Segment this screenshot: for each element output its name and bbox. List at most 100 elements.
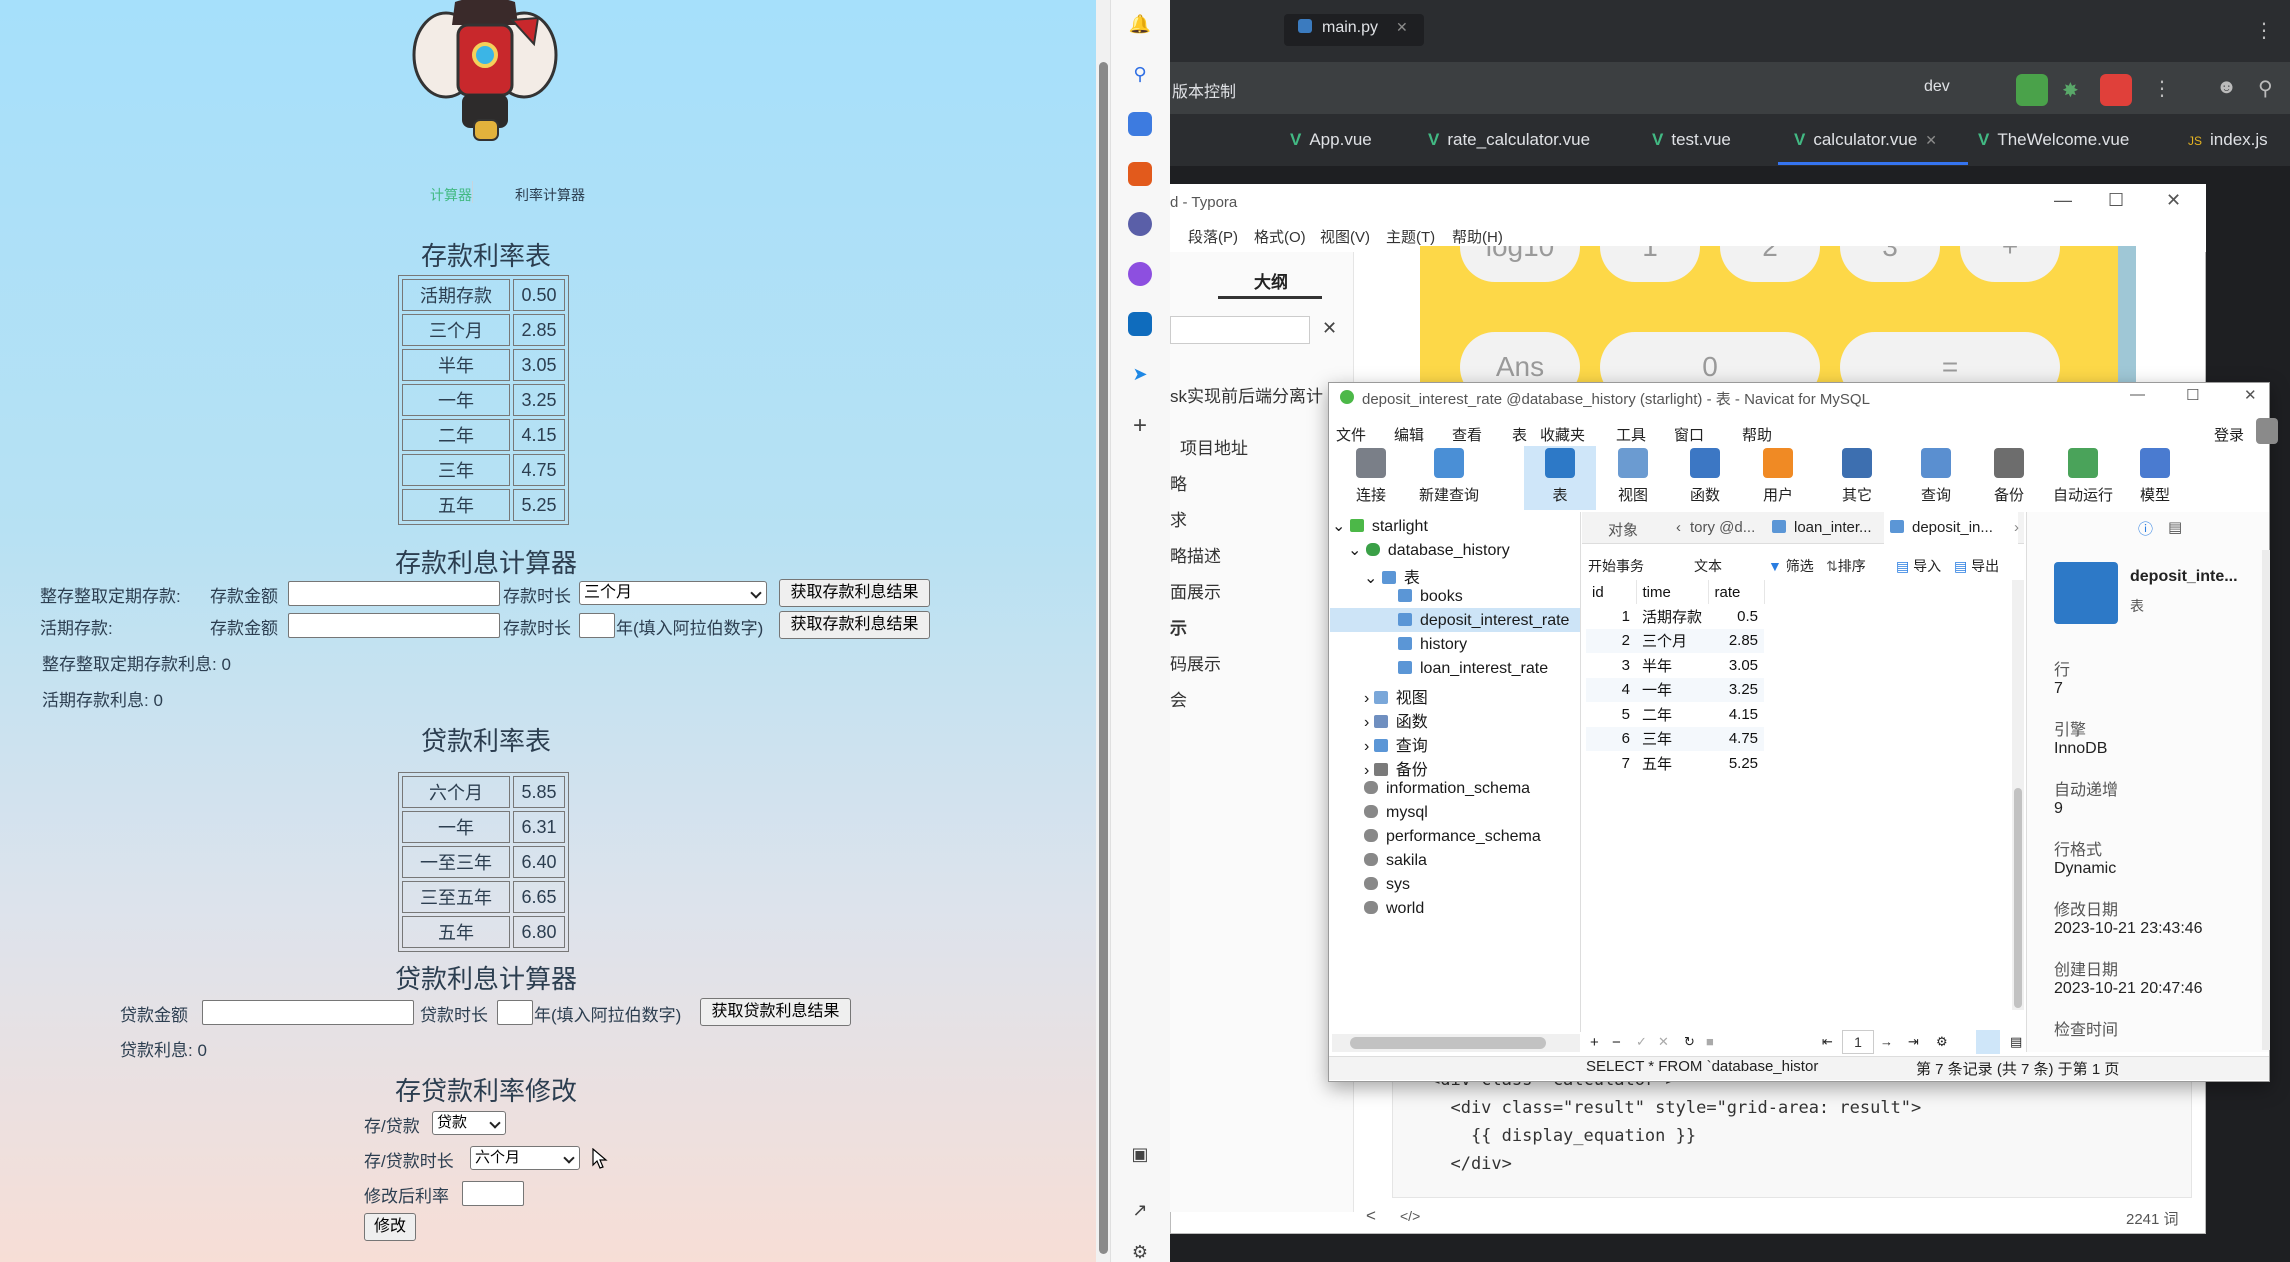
screenshot-icon[interactable]: ▣ (1128, 1142, 1152, 1166)
menu-theme[interactable]: 主题(T) (1386, 226, 1435, 247)
fixed-amount-input[interactable] (288, 581, 500, 606)
outline-tab[interactable]: 大纲 (1254, 268, 1288, 293)
table-row[interactable]: 3 半年 3.05 (1586, 653, 1765, 678)
grid-column-header[interactable]: time (1636, 580, 1709, 604)
menu-view[interactable]: 视图(V) (1320, 226, 1370, 247)
navicat-menu-table[interactable]: 表 (1512, 424, 1527, 445)
close-icon[interactable]: ✕ (1396, 19, 1408, 36)
more-icon[interactable]: ⋮ (2254, 18, 2274, 43)
clear-icon[interactable]: ✕ (1322, 318, 1337, 339)
import-button[interactable]: ▤ 导入 (1896, 556, 1941, 576)
grid-column-header[interactable]: id (1586, 580, 1637, 604)
modify-type-select[interactable]: 贷款 (432, 1111, 506, 1135)
editor-tab-test[interactable]: Vtest.vue (1652, 130, 1731, 150)
briefcase-icon[interactable] (1128, 162, 1152, 186)
toolbar-automation[interactable]: 自动运行 (2046, 448, 2120, 505)
external-link-icon[interactable]: ↗ (1128, 1198, 1152, 1222)
editor-tab-app[interactable]: V App.vue (1290, 130, 1372, 150)
grid-cell[interactable]: 1 (1586, 604, 1636, 629)
maximize-icon[interactable]: ☐ (2186, 386, 2199, 404)
table-row[interactable]: 5 二年 4.15 (1586, 702, 1765, 727)
loan-amount-input[interactable] (202, 1000, 414, 1025)
tree-hscrollbar[interactable] (1332, 1034, 1580, 1052)
tree-db-world[interactable]: world (1364, 900, 1424, 918)
cancel-icon[interactable]: ✕ (1658, 1034, 1669, 1050)
grid-cell[interactable]: 二年 (1636, 702, 1708, 727)
chevron-left-icon[interactable]: ‹ (1676, 519, 1681, 536)
toolbar-new-query[interactable]: 新建查询 (1416, 448, 1482, 505)
outline-item[interactable]: 求 (1170, 506, 1187, 531)
tab-deposit[interactable]: deposit_in... (1890, 519, 1993, 536)
browser-scrollbar-thumb[interactable] (1099, 62, 1108, 1254)
current-years-input[interactable] (579, 613, 615, 638)
search-icon[interactable]: ⚲ (1128, 62, 1152, 86)
grid-cell[interactable]: 3.25 (1708, 678, 1764, 703)
outline-item[interactable]: 面展示 (1170, 578, 1221, 603)
ddl-icon[interactable]: ▤ (2168, 518, 2182, 536)
back-icon[interactable]: < (1366, 1206, 1376, 1226)
grid-cell[interactable]: 一年 (1636, 678, 1708, 703)
delete-record-icon[interactable]: − (1612, 1034, 1621, 1051)
grid-cell[interactable]: 4.75 (1708, 727, 1764, 752)
tree-functions[interactable]: › 函数 (1364, 708, 1428, 732)
ide-search-icon[interactable]: ⚲ (2258, 76, 2273, 101)
fixed-term-select[interactable]: 三个月 (579, 581, 767, 605)
navicat-menu-favorites[interactable]: 收藏夹 (1540, 424, 1585, 445)
bell-icon[interactable]: 🔔 (1128, 12, 1152, 36)
more-actions-icon[interactable]: ⋮ (2152, 76, 2172, 101)
outline-item[interactable]: 会 (1170, 686, 1187, 711)
toolbar-connect[interactable]: 连接 (1338, 448, 1404, 505)
outline-item[interactable]: 码展示 (1170, 650, 1221, 675)
grid-cell[interactable]: 五年 (1636, 751, 1708, 776)
avatar[interactable] (2256, 418, 2278, 444)
editor-tab-index[interactable]: JS index.js (2188, 130, 2268, 150)
outlook-icon[interactable] (1128, 312, 1152, 336)
grid-cell[interactable]: 4 (1586, 678, 1636, 703)
table-row[interactable]: 2 三个月 2.85 (1586, 628, 1765, 653)
tree-views[interactable]: › 视图 (1364, 684, 1428, 708)
toolbar-backup[interactable]: 备份 (1976, 448, 2042, 505)
modify-term-select[interactable]: 六个月 (470, 1146, 580, 1170)
form-view-icon[interactable]: ▤ (2010, 1034, 2022, 1050)
grid-cell[interactable]: 活期存款 (1636, 604, 1708, 629)
copilot-icon[interactable] (1128, 262, 1152, 286)
toolbar-model[interactable]: 模型 (2122, 448, 2188, 505)
modify-rate-input[interactable] (462, 1181, 524, 1206)
tree-hscroll-thumb[interactable] (1350, 1037, 1546, 1049)
tab-objects[interactable]: 对象 (1608, 519, 1638, 540)
minimize-icon[interactable]: — (2054, 190, 2072, 211)
tree-backups[interactable]: › 备份 (1364, 756, 1428, 780)
grid-cell[interactable]: 3 (1586, 653, 1636, 678)
sort-button[interactable]: ⇅排序 (1826, 556, 1866, 576)
navicat-menu-tools[interactable]: 工具 (1616, 424, 1646, 445)
grid-cell[interactable]: 0.5 (1708, 604, 1764, 629)
get-current-interest-button[interactable]: 获取存款利息结果 (779, 611, 930, 639)
grid-cell[interactable]: 6 (1586, 727, 1636, 752)
last-page-icon[interactable]: ⇥ (1908, 1034, 1919, 1050)
account-icon[interactable]: ☻ (2216, 76, 2237, 99)
text-button[interactable]: 文本 (1694, 556, 1722, 576)
grid-column-header[interactable]: rate (1708, 580, 1765, 604)
grid-settings-icon[interactable]: ⚙ (1936, 1034, 1948, 1050)
nav-rate-calculator-link[interactable]: 利率计算器 (515, 185, 585, 205)
tree-table-history[interactable]: history (1398, 636, 1467, 654)
toolbar-other[interactable]: 其它 (1824, 448, 1890, 505)
modify-button[interactable]: 修改 (364, 1213, 416, 1241)
outline-item[interactable]: 略 (1170, 470, 1187, 495)
tree-db-mysql[interactable]: mysql (1364, 804, 1428, 822)
get-loan-interest-button[interactable]: 获取贷款利息结果 (700, 998, 851, 1026)
toolbar-query[interactable]: 查询 (1903, 448, 1969, 505)
info-scrollbar[interactable] (2262, 550, 2270, 1050)
grid-cell[interactable]: 半年 (1636, 653, 1708, 678)
grid-cell[interactable]: 5.25 (1708, 751, 1764, 776)
tree-db-performance-schema[interactable]: performance_schema (1364, 828, 1541, 846)
grid-view-icon[interactable] (1976, 1030, 2000, 1054)
outline-item[interactable]: 项目地址 (1180, 434, 1248, 459)
source-mode-icon[interactable]: </> (1400, 1208, 1420, 1224)
tree-connection[interactable]: ⌄ starlight (1332, 516, 1428, 536)
tree-queries[interactable]: › 查询 (1364, 732, 1428, 756)
nav-calculator-link[interactable]: 计算器 (430, 185, 472, 205)
menu-format[interactable]: 格式(O) (1254, 226, 1306, 247)
apply-icon[interactable]: ✓ (1636, 1034, 1647, 1050)
grid-vscroll-thumb[interactable] (2014, 788, 2022, 1008)
